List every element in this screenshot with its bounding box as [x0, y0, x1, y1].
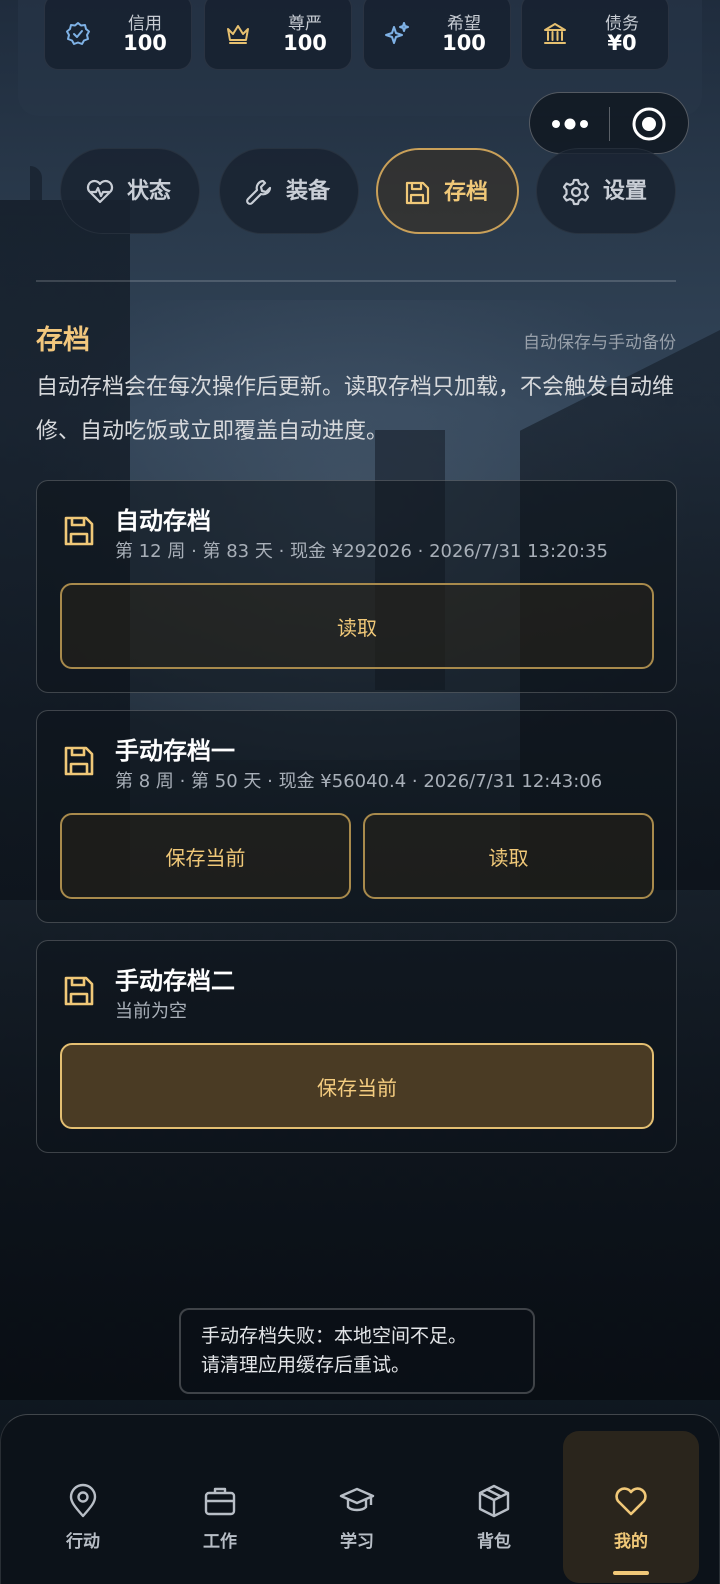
floppy-disk-icon: [405, 181, 430, 205]
tab-settings[interactable]: 设置: [536, 148, 676, 234]
toast-line: 请清理应用缓存后重试。: [201, 1354, 411, 1376]
save-slot-meta: 第 12 周 · 第 83 天 · 现金 ¥292026 · 2026/7/31…: [115, 541, 608, 562]
save-slot-meta: 当前为空: [115, 1001, 187, 1022]
toast-line: 手动存档失败：本地空间不足。: [201, 1325, 468, 1347]
floppy-disk-icon: [64, 516, 94, 546]
page-description: 自动存档会在每次操作后更新。读取存档只加载，不会触发自动维修、自动吃饭或立即覆盖…: [36, 375, 675, 444]
badge-check-icon: [66, 22, 90, 45]
nav-item-study[interactable]: 学习: [289, 1431, 425, 1583]
more-icon[interactable]: [548, 109, 592, 139]
tab-label: 装备: [286, 179, 331, 204]
tab-label: 状态: [127, 179, 172, 204]
stat-value: 100: [442, 31, 486, 55]
tab-status[interactable]: 状态: [60, 148, 200, 234]
load-button[interactable]: 读取: [363, 813, 654, 899]
tab-partial-left[interactable]: [30, 166, 42, 216]
stat-value: ¥0: [607, 31, 637, 55]
floppy-disk-icon: [64, 976, 94, 1006]
save-current-button[interactable]: 保存当前: [60, 1043, 654, 1129]
nav-label: 行动: [66, 1532, 100, 1552]
nav-item-work[interactable]: 工作: [152, 1431, 288, 1583]
save-slot-manual-2: 手动存档二 当前为空 保存当前: [36, 940, 677, 1153]
heart-pulse-icon: [86, 179, 114, 204]
stat-value: 100: [283, 31, 327, 55]
error-toast: 手动存档失败：本地空间不足。 请清理应用缓存后重试。: [179, 1308, 535, 1394]
nav-label: 学习: [340, 1532, 374, 1552]
briefcase-icon: [204, 1487, 236, 1516]
nav-item-backpack[interactable]: 背包: [426, 1431, 562, 1583]
stat-credit: 信用 100: [44, 0, 192, 70]
heart-icon: [615, 1487, 647, 1516]
save-slot-auto: 自动存档 第 12 周 · 第 83 天 · 现金 ¥292026 · 2026…: [36, 480, 677, 693]
save-slot-manual-1: 手动存档一 第 8 周 · 第 50 天 · 现金 ¥56040.4 · 202…: [36, 710, 677, 923]
section-divider: [36, 280, 676, 282]
stat-hope: 希望 100: [363, 0, 511, 70]
gear-icon: [562, 178, 590, 206]
page-subtitle: 自动保存与手动备份: [523, 333, 676, 353]
crown-icon: [227, 25, 249, 44]
nav-label: 工作: [203, 1532, 237, 1552]
save-slot-name: 手动存档二: [115, 967, 235, 995]
stat-dignity: 尊严 100: [204, 0, 352, 70]
tab-label: 设置: [603, 179, 648, 204]
graduation-cap-icon: [339, 1487, 375, 1512]
bank-icon: [544, 23, 566, 44]
floppy-disk-icon: [64, 746, 94, 776]
nav-label: 背包: [477, 1532, 511, 1552]
load-button[interactable]: 读取: [60, 583, 654, 669]
page-title: 存档: [36, 325, 90, 356]
stat-value: 100: [123, 31, 167, 55]
save-slot-name: 自动存档: [115, 507, 211, 535]
miniprogram-capsule: [529, 92, 689, 154]
active-indicator: [613, 1571, 649, 1575]
save-slot-name: 手动存档一: [115, 737, 235, 765]
save-slot-meta: 第 8 周 · 第 50 天 · 现金 ¥56040.4 · 2026/7/31…: [115, 771, 603, 792]
location-pin-icon: [69, 1483, 97, 1518]
tab-label: 存档: [444, 180, 489, 205]
nav-item-action[interactable]: 行动: [15, 1431, 151, 1583]
tab-saves[interactable]: 存档: [376, 148, 519, 234]
tab-equipment[interactable]: 装备: [219, 148, 359, 234]
stat-debt: 债务 ¥0: [521, 0, 669, 70]
wrench-icon: [246, 179, 272, 205]
sparkles-icon: [385, 22, 409, 44]
bottom-nav: 行动 工作 学习 背包 我的: [0, 1414, 720, 1584]
capsule-divider: [609, 107, 610, 141]
nav-item-mine[interactable]: 我的: [563, 1431, 699, 1583]
nav-label: 我的: [614, 1532, 648, 1552]
box-icon: [478, 1484, 510, 1518]
save-current-button[interactable]: 保存当前: [60, 813, 351, 899]
close-target-icon[interactable]: [631, 106, 667, 142]
